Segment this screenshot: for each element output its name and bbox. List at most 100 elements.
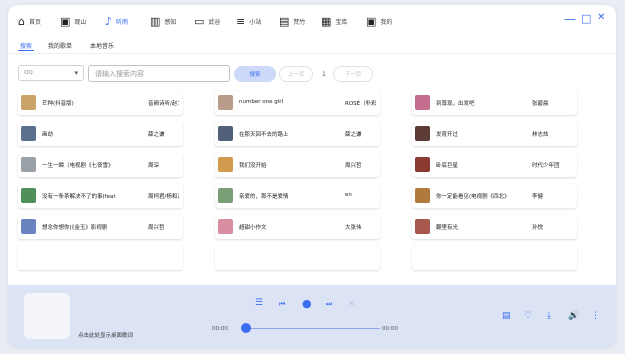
- song-title: 卧底巨星: [436, 163, 459, 169]
- maximize-icon[interactable]: □: [581, 13, 591, 24]
- nav-item-5[interactable]: ≡ 小站: [236, 14, 261, 28]
- song-title: 想念你想你(《金玉》影视剧: [42, 225, 108, 231]
- song-card[interactable]: 亲爱的，那不是爱情 en: [215, 184, 380, 208]
- song-artist: ROSÉ（朴彩: [345, 101, 376, 107]
- song-card[interactable]: 想念你想你(《金玉》影视剧 周兴哲: [18, 215, 183, 239]
- song-card[interactable]: 你一定能看见(电视剧《四北》 李健: [412, 184, 577, 208]
- song-card[interactable]: [412, 246, 577, 270]
- nav-item-0[interactable]: ⌂ 首页: [18, 14, 41, 28]
- song-artist: 周柯君/杨和苏: [148, 194, 179, 200]
- song-card[interactable]: 翻里有光 孙悦: [412, 215, 577, 239]
- progress-track[interactable]: [248, 328, 380, 329]
- source-select[interactable]: QQ ▾: [18, 65, 84, 81]
- song-title: 在那天回不去的路上: [239, 132, 289, 138]
- search-input[interactable]: 请输入搜索内容: [88, 65, 230, 82]
- song-title: 没有一条茶解决不了的事(feat: [42, 194, 116, 200]
- song-artist: 时代少年团: [532, 163, 560, 169]
- song-card[interactable]: 一生一瞬（电视剧《七夜雪》 周深: [18, 153, 183, 177]
- search-button[interactable]: 搜索: [234, 66, 276, 82]
- tab-local-music[interactable]: 本地音乐: [90, 41, 114, 50]
- nav-item-6[interactable]: ▤ 梵竹: [279, 14, 305, 28]
- desktop-lyrics-toggle[interactable]: 点击此处显示桌面歌词: [78, 331, 133, 339]
- song-artist: 大张伟: [345, 225, 362, 231]
- nav-item-label: 梵竹: [293, 18, 306, 26]
- tab-my-playlists[interactable]: 我的歌单: [48, 41, 72, 50]
- song-title: 芒种(抖音版): [42, 101, 74, 107]
- tab-search[interactable]: 搜索: [20, 41, 32, 50]
- list-icon: ≡: [236, 14, 246, 28]
- song-thumbnail: [415, 126, 430, 141]
- song-thumbnail: [21, 188, 36, 203]
- divider: [8, 53, 616, 54]
- song-card[interactable]: 画劫 薛之谦: [18, 122, 183, 146]
- source-select-value: QQ: [24, 70, 33, 76]
- next-page-button[interactable]: 下一页: [333, 66, 373, 82]
- song-card[interactable]: 没有一条茶解决不了的事(feat 周柯君/杨和苏: [18, 184, 183, 208]
- next-track-icon[interactable]: ⏭: [326, 301, 332, 308]
- song-artist: 张碧晨: [532, 101, 549, 107]
- song-card[interactable]: 超甜小作文 大张伟: [215, 215, 380, 239]
- previous-track-icon[interactable]: ⏮: [279, 301, 285, 308]
- song-thumbnail: [218, 188, 233, 203]
- play-icon[interactable]: ●: [302, 298, 312, 309]
- song-title: 发育开过: [436, 132, 459, 138]
- nav-item-label: 我的: [380, 18, 393, 26]
- song-thumbnail: [415, 157, 430, 172]
- heart-icon[interactable]: ♡: [524, 312, 532, 321]
- more-icon[interactable]: ⋮: [591, 312, 600, 321]
- prev-page-button[interactable]: 上一页: [279, 66, 313, 82]
- song-thumbnail: [415, 219, 430, 234]
- nav-item-label: 听雨: [116, 18, 129, 26]
- song-artist: 周兴哲: [148, 225, 165, 231]
- folder-icon: ▭: [194, 14, 205, 28]
- song-thumbnail: [21, 95, 36, 110]
- nav-item-3[interactable]: ▥ 感知: [150, 14, 176, 28]
- home-icon: ⌂: [18, 14, 25, 28]
- song-title: 翻里有光: [436, 225, 459, 231]
- song-card[interactable]: number one girl ROSÉ（朴彩: [215, 91, 380, 115]
- song-card[interactable]: 发育开过 林志炫: [412, 122, 577, 146]
- music-note-icon: ♪: [105, 14, 113, 28]
- minimize-icon[interactable]: —: [564, 13, 576, 25]
- song-artist: 薛之谦: [345, 132, 362, 138]
- image-icon: ▣: [60, 14, 71, 28]
- nav-item-label: 武谷: [208, 18, 221, 26]
- song-thumbnail: [218, 126, 233, 141]
- song-title: 超甜小作文: [239, 225, 267, 231]
- song-card[interactable]: [215, 246, 380, 270]
- queue-icon[interactable]: ▤: [502, 312, 511, 321]
- close-icon[interactable]: ✕: [597, 13, 605, 23]
- progress-handle[interactable]: [241, 323, 251, 333]
- nav-item-2[interactable]: ♪ 听雨: [105, 14, 128, 28]
- song-title: 画劫: [42, 132, 54, 138]
- shuffle-icon[interactable]: ✕: [348, 300, 355, 308]
- calendar-icon: ▤: [279, 14, 290, 28]
- song-card[interactable]: 在那天回不去的路上 薛之谦: [215, 122, 380, 146]
- nav-item-label: 感知: [164, 18, 177, 26]
- nav-item-label: 观山: [74, 18, 87, 26]
- nav-item-7[interactable]: ▦ 宝库: [321, 14, 347, 28]
- song-artist: 薛之谦: [148, 132, 165, 138]
- album-cover[interactable]: [24, 293, 70, 339]
- nav-item-8[interactable]: ▣ 我的: [366, 14, 392, 28]
- top-nav: ⌂ 首页 ▣ 观山 ♪ 听雨 ▥ 感知 ▭ 武谷 ≡ 小站 ▤ 梵竹 ▦ 宝库 ▣ 我的: [8, 5, 616, 37]
- song-thumbnail: [218, 219, 233, 234]
- song-title: 你一定能看见(电视剧《四北》: [436, 194, 510, 200]
- song-title: number one girl: [239, 99, 284, 105]
- nav-item-1[interactable]: ▣ 观山: [60, 14, 86, 28]
- song-thumbnail: [415, 95, 430, 110]
- song-card[interactable]: [18, 246, 183, 270]
- song-title: 亲爱的，那不是爱情: [239, 194, 289, 200]
- volume-icon[interactable]: 🔊: [568, 312, 579, 321]
- song-card[interactable]: 芒种(抖音版) 音阙诗听/赵7: [18, 91, 183, 115]
- download-icon[interactable]: ⤓: [547, 312, 551, 321]
- song-artist: 林志炫: [532, 132, 549, 138]
- playlist-icon[interactable]: ☰: [255, 299, 263, 308]
- player-bar: 点击此处显示桌面歌词 ☰ ⏮ ● ⏭ ✕ 00:00 00:00 ▤ ♡ ⤓ 🔊…: [8, 285, 616, 348]
- song-card[interactable]: 我们没开始 周兴哲: [215, 153, 380, 177]
- song-card[interactable]: 到尊现，出发吧 张碧晨: [412, 91, 577, 115]
- song-card[interactable]: 卧底巨星 时代少年团: [412, 153, 577, 177]
- song-artist: 李健: [532, 194, 544, 200]
- song-artist: 音阙诗听/赵7: [148, 101, 179, 107]
- nav-item-4[interactable]: ▭ 武谷: [194, 14, 220, 28]
